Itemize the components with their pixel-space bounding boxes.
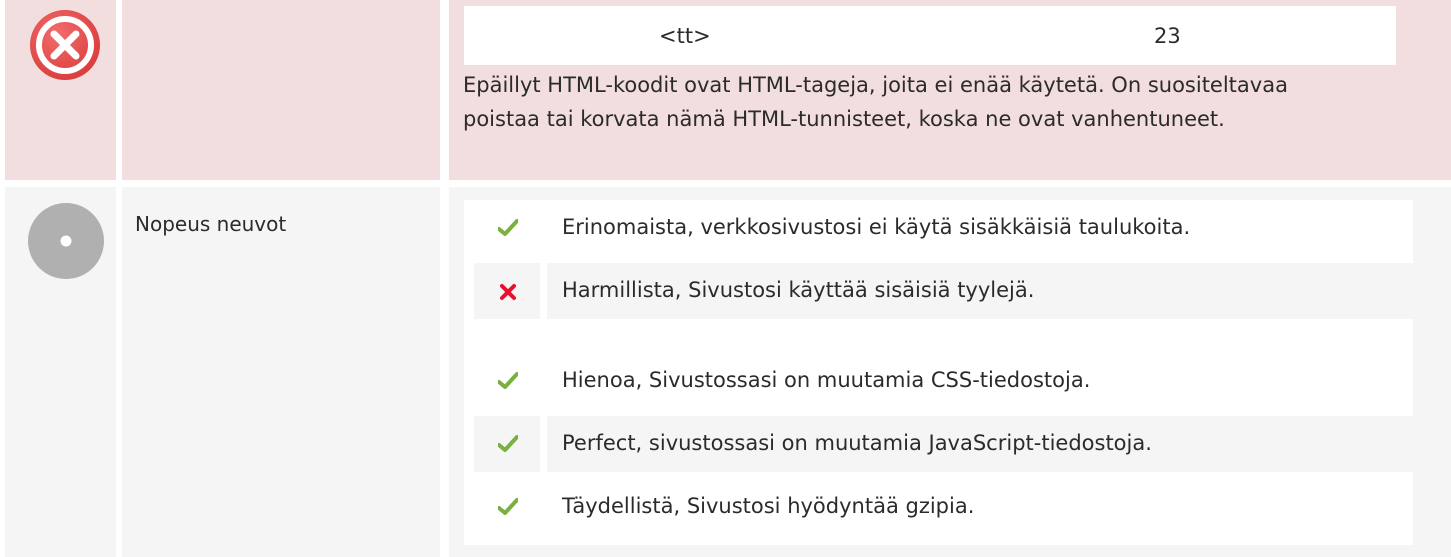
deprecated-description: Epäillyt HTML-koodit ovat HTML-tageja, j… (463, 73, 1288, 131)
speed-tip-item: Perfect, sivustossasi on muutamia JavaSc… (464, 416, 1413, 472)
speed-tip-item: Hienoa, Sivustossasi on muutamia CSS-tie… (464, 353, 1413, 409)
speed-tips-list: Erinomaista, verkkosivustosi ei käytä si… (464, 200, 1413, 545)
speed-tip-text: Erinomaista, verkkosivustosi ei käytä si… (562, 215, 1191, 239)
neutral-circle-icon (28, 203, 104, 279)
deprecated-tag-count: 23 (1154, 24, 1181, 48)
speed-tips-row: Nopeus neuvot Erinomaista, verkkosivusto… (0, 187, 1451, 557)
row-label-cell: Nopeus neuvot (122, 187, 440, 557)
error-circle-icon (30, 10, 100, 80)
speed-tips-content-cell: Erinomaista, verkkosivustosi ei käytä si… (449, 187, 1451, 557)
speed-tip-item: Erinomaista, verkkosivustosi ei käytä si… (464, 200, 1413, 256)
deprecated-html-row: <tt> 23 Epäillyt HTML-koodit ovat HTML-t… (0, 0, 1451, 180)
row-label-cell (122, 0, 440, 180)
deprecated-tags-table: <tt> 23 (464, 6, 1396, 65)
check-icon (498, 498, 518, 515)
deprecated-content-cell: <tt> 23 Epäillyt HTML-koodit ovat HTML-t… (449, 0, 1451, 180)
speed-tip-text: Hienoa, Sivustossasi on muutamia CSS-tie… (562, 368, 1091, 392)
speed-tip-text: Harmillista, Sivustosi käyttää sisäisiä … (562, 278, 1035, 302)
cross-icon (500, 284, 516, 300)
speed-tip-text: Täydellistä, Sivustosi hyödyntää gzipia. (562, 494, 975, 518)
check-icon (498, 435, 518, 452)
speed-tip-item: Harmillista, Sivustosi käyttää sisäisiä … (464, 263, 1413, 319)
speed-tip-text: Perfect, sivustossasi on muutamia JavaSc… (562, 431, 1152, 455)
check-icon (498, 372, 518, 389)
status-icon-cell (5, 0, 116, 180)
speed-tips-label: Nopeus neuvot (135, 212, 287, 236)
status-icon-cell (5, 187, 116, 557)
check-icon (498, 219, 518, 236)
speed-tip-item: Täydellistä, Sivustosi hyödyntää gzipia. (464, 479, 1413, 535)
deprecated-tag-name: <tt> (659, 24, 711, 48)
